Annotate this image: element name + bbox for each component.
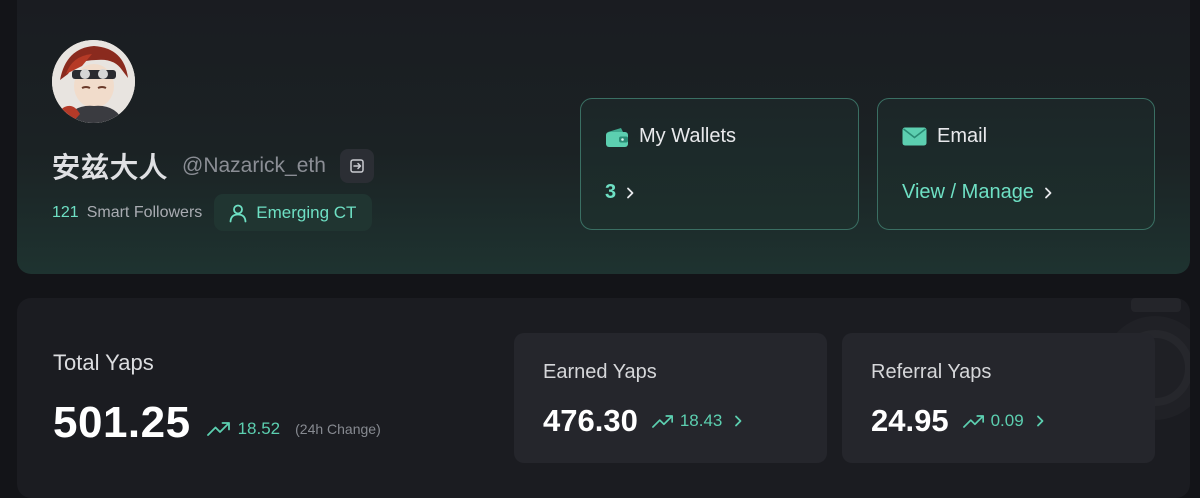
trending-up-icon bbox=[206, 422, 230, 436]
wallet-icon bbox=[606, 127, 628, 147]
display-name: 安兹大人 bbox=[52, 151, 169, 184]
wallets-card[interactable]: My Wallets 3 bbox=[580, 98, 859, 230]
tier-badge: Emerging CT bbox=[214, 194, 373, 231]
wallets-title: My Wallets bbox=[639, 125, 737, 147]
yaps-card: Total Yaps 501.25 18.52 (24h Change) Ear… bbox=[17, 298, 1190, 498]
smart-followers-count: 121 bbox=[52, 203, 79, 221]
trending-up-icon bbox=[651, 414, 673, 428]
earned-yaps-trend: 18.43 bbox=[651, 411, 745, 431]
trending-up-icon bbox=[962, 414, 984, 428]
chevron-right-icon[interactable] bbox=[732, 414, 744, 428]
email-title: Email bbox=[937, 125, 988, 147]
followers-row: 121 Smart Followers Emerging CT bbox=[52, 194, 373, 231]
earned-yaps-value: 476.30 bbox=[543, 403, 638, 438]
referral-yaps-value: 24.95 bbox=[871, 403, 949, 438]
user-icon bbox=[229, 204, 247, 222]
referral-yaps-card[interactable]: Referral Yaps 24.95 0.09 bbox=[842, 333, 1155, 463]
chevron-right-icon bbox=[1045, 187, 1052, 198]
earned-yaps-label: Earned Yaps bbox=[543, 361, 657, 383]
email-card[interactable]: Email View / Manage bbox=[877, 98, 1155, 230]
earned-yaps-change: 18.43 bbox=[679, 411, 723, 430]
total-yaps-change: 18.52 bbox=[237, 419, 281, 438]
referral-yaps-change: 0.09 bbox=[990, 411, 1024, 430]
chevron-right-icon[interactable] bbox=[1034, 414, 1046, 428]
total-yaps-label: Total Yaps bbox=[53, 350, 154, 375]
total-yaps-value: 501.25 bbox=[53, 398, 191, 447]
earned-yaps-card[interactable]: Earned Yaps 476.30 18.43 bbox=[514, 333, 827, 463]
handle[interactable]: @Nazarick_eth bbox=[182, 154, 326, 178]
name-row: 安兹大人 @Nazarick_eth bbox=[52, 146, 374, 186]
total-yaps-row: 501.25 18.52 (24h Change) bbox=[53, 398, 381, 448]
email-manage-link[interactable]: View / Manage bbox=[902, 181, 1034, 204]
avatar[interactable] bbox=[52, 40, 135, 123]
logout-icon bbox=[350, 159, 364, 173]
tier-label: Emerging CT bbox=[256, 202, 357, 222]
wallets-count: 3 bbox=[605, 181, 617, 203]
avatar-image bbox=[52, 40, 135, 123]
smart-followers-label: Smart Followers bbox=[86, 203, 203, 221]
total-yaps-trend: 18.52 (24h Change) bbox=[206, 419, 381, 439]
referral-yaps-trend: 0.09 bbox=[962, 411, 1046, 431]
mail-icon bbox=[902, 127, 927, 146]
referral-yaps-label: Referral Yaps bbox=[871, 361, 992, 383]
profile-card: 安兹大人 @Nazarick_eth 121 Smart Followers E… bbox=[17, 0, 1190, 274]
change-note: (24h Change) bbox=[295, 421, 381, 437]
chevron-right-icon bbox=[627, 187, 634, 198]
logout-button[interactable] bbox=[339, 149, 374, 183]
